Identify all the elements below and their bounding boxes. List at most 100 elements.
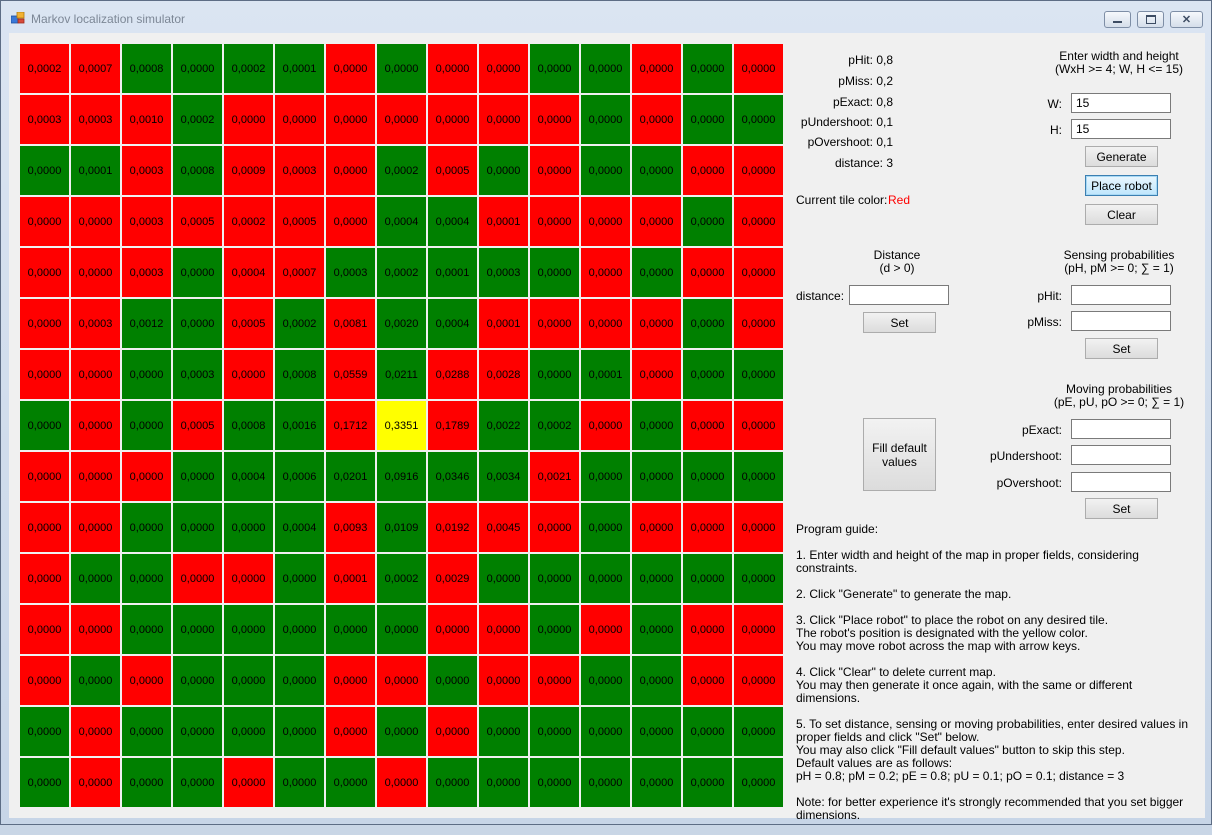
map-tile[interactable]: 0,0000 bbox=[733, 451, 784, 502]
map-tile[interactable]: 0,0000 bbox=[631, 451, 682, 502]
map-tile[interactable]: 0,0000 bbox=[733, 502, 784, 553]
map-tile[interactable]: 0,0012 bbox=[121, 298, 172, 349]
map-tile[interactable]: 0,0008 bbox=[274, 349, 325, 400]
map-tile[interactable]: 0,0000 bbox=[19, 400, 70, 451]
map-tile[interactable]: 0,0000 bbox=[529, 757, 580, 808]
map-tile[interactable]: 0,0000 bbox=[376, 757, 427, 808]
map-tile[interactable]: 0,0000 bbox=[274, 604, 325, 655]
map-tile[interactable]: 0,0000 bbox=[580, 196, 631, 247]
map-tile[interactable]: 0,0000 bbox=[121, 502, 172, 553]
phit-input[interactable] bbox=[1071, 285, 1171, 305]
map-tile[interactable]: 0,0001 bbox=[274, 43, 325, 94]
map-tile[interactable]: 0,0000 bbox=[172, 604, 223, 655]
map-tile[interactable]: 0,0003 bbox=[325, 247, 376, 298]
map-tile[interactable]: 0,0000 bbox=[172, 655, 223, 706]
map-tile[interactable]: 0,0000 bbox=[172, 502, 223, 553]
map-tile[interactable]: 0,0021 bbox=[529, 451, 580, 502]
map-tile[interactable]: 0,0029 bbox=[427, 553, 478, 604]
map-tile[interactable]: 0,0003 bbox=[121, 247, 172, 298]
map-tile[interactable]: 0,0000 bbox=[223, 94, 274, 145]
map-tile[interactable]: 0,1712 bbox=[325, 400, 376, 451]
map-tile[interactable]: 0,0000 bbox=[478, 94, 529, 145]
map-tile[interactable]: 0,0109 bbox=[376, 502, 427, 553]
map-tile[interactable]: 0,0000 bbox=[682, 451, 733, 502]
map-tile[interactable]: 0,0000 bbox=[631, 94, 682, 145]
map-tile[interactable]: 0,0000 bbox=[70, 604, 121, 655]
map-tile[interactable]: 0,0000 bbox=[427, 655, 478, 706]
map-tile[interactable]: 0,0000 bbox=[478, 757, 529, 808]
map-tile[interactable]: 0,0000 bbox=[733, 196, 784, 247]
map-tile[interactable]: 0,0016 bbox=[274, 400, 325, 451]
map-tile[interactable]: 0,0004 bbox=[274, 502, 325, 553]
map-tile[interactable]: 0,0020 bbox=[376, 298, 427, 349]
map-tile[interactable]: 0,0003 bbox=[70, 298, 121, 349]
map-tile[interactable]: 0,0003 bbox=[70, 94, 121, 145]
map-tile[interactable]: 0,0000 bbox=[631, 247, 682, 298]
map-tile[interactable]: 0,0003 bbox=[121, 196, 172, 247]
map-tile[interactable]: 0,0000 bbox=[121, 553, 172, 604]
map-tile[interactable]: 0,0000 bbox=[631, 604, 682, 655]
map-tile[interactable]: 0,0000 bbox=[70, 247, 121, 298]
map-tile[interactable]: 0,0000 bbox=[70, 706, 121, 757]
map-tile[interactable]: 0,0008 bbox=[172, 145, 223, 196]
map-tile[interactable]: 0,0000 bbox=[682, 706, 733, 757]
map-tile[interactable]: 0,0000 bbox=[478, 43, 529, 94]
map-tile[interactable]: 0,0000 bbox=[325, 604, 376, 655]
map-tile[interactable]: 0,0000 bbox=[172, 298, 223, 349]
map-tile[interactable]: 0,0001 bbox=[427, 247, 478, 298]
map-tile[interactable]: 0,0003 bbox=[19, 94, 70, 145]
map-tile[interactable]: 0,0005 bbox=[172, 196, 223, 247]
pundershoot-input[interactable] bbox=[1071, 445, 1171, 465]
map-tile[interactable]: 0,0028 bbox=[478, 349, 529, 400]
map-tile[interactable]: 0,0005 bbox=[172, 400, 223, 451]
map-tile[interactable]: 0,0000 bbox=[376, 43, 427, 94]
map-tile[interactable]: 0,0000 bbox=[274, 553, 325, 604]
map-tile[interactable]: 0,0000 bbox=[529, 298, 580, 349]
map-tile[interactable]: 0,0000 bbox=[631, 502, 682, 553]
map-tile[interactable]: 0,0000 bbox=[19, 196, 70, 247]
map-tile[interactable]: 0,0002 bbox=[172, 94, 223, 145]
map-tile[interactable]: 0,0000 bbox=[427, 706, 478, 757]
map-tile[interactable]: 0,0000 bbox=[70, 400, 121, 451]
map-tile[interactable]: 0,0000 bbox=[682, 553, 733, 604]
map-tile[interactable]: 0,0000 bbox=[325, 43, 376, 94]
map-tile[interactable]: 0,0000 bbox=[478, 145, 529, 196]
map-tile[interactable]: 0,0002 bbox=[223, 196, 274, 247]
map-tile[interactable]: 0,0003 bbox=[121, 145, 172, 196]
map-tile[interactable]: 0,0022 bbox=[478, 400, 529, 451]
map-tile[interactable]: 0,0000 bbox=[580, 655, 631, 706]
map-tile[interactable]: 0,0000 bbox=[631, 655, 682, 706]
map-tile[interactable]: 0,0000 bbox=[529, 43, 580, 94]
map-tile[interactable]: 0,0000 bbox=[733, 604, 784, 655]
map-tile[interactable]: 0,0000 bbox=[733, 43, 784, 94]
map-tile[interactable]: 0,0000 bbox=[580, 604, 631, 655]
map-tile[interactable]: 0,0000 bbox=[325, 145, 376, 196]
map-tile[interactable]: 0,0000 bbox=[631, 757, 682, 808]
map-tile[interactable]: 0,0000 bbox=[478, 553, 529, 604]
map-tile[interactable]: 0,0000 bbox=[733, 655, 784, 706]
map-tile[interactable]: 0,0000 bbox=[631, 553, 682, 604]
map-tile[interactable]: 0,0007 bbox=[70, 43, 121, 94]
map-tile[interactable]: 0,0000 bbox=[631, 400, 682, 451]
maximize-button[interactable] bbox=[1137, 11, 1164, 28]
map-tile[interactable]: 0,0000 bbox=[733, 145, 784, 196]
map-tile[interactable]: 0,0000 bbox=[682, 655, 733, 706]
map-tile[interactable]: 0,0001 bbox=[325, 553, 376, 604]
map-tile[interactable]: 0,0001 bbox=[580, 349, 631, 400]
map-tile[interactable]: 0,0000 bbox=[682, 298, 733, 349]
map-tile[interactable]: 0,0004 bbox=[427, 298, 478, 349]
map-tile[interactable]: 0,0288 bbox=[427, 349, 478, 400]
map-tile[interactable]: 0,0000 bbox=[172, 247, 223, 298]
map-tile[interactable]: 0,0000 bbox=[121, 655, 172, 706]
distance-set-button[interactable]: Set bbox=[863, 312, 936, 333]
map-tile[interactable]: 0,0000 bbox=[172, 553, 223, 604]
map-tile[interactable]: 0,0000 bbox=[580, 94, 631, 145]
map-tile[interactable]: 0,0000 bbox=[478, 604, 529, 655]
map-tile[interactable]: 0,0000 bbox=[376, 94, 427, 145]
map-tile[interactable]: 0,0000 bbox=[223, 706, 274, 757]
title-bar[interactable]: Markov localization simulator ✕ bbox=[1, 1, 1211, 33]
map-tile[interactable]: 0,0000 bbox=[376, 604, 427, 655]
map-tile[interactable]: 0,0000 bbox=[529, 94, 580, 145]
clear-button[interactable]: Clear bbox=[1085, 204, 1158, 225]
map-tile[interactable]: 0,0000 bbox=[223, 604, 274, 655]
